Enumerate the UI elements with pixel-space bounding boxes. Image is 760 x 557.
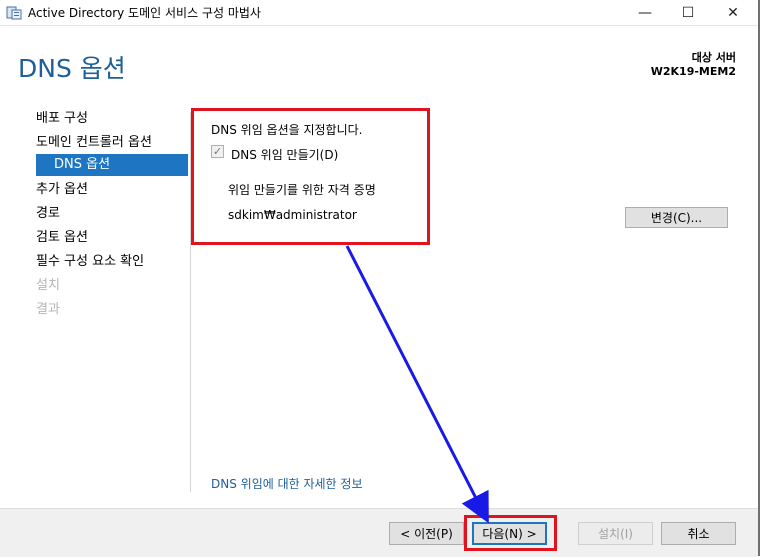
window-title: Active Directory 도메인 서비스 구성 마법사 xyxy=(28,6,261,20)
nav-item-review-options[interactable]: 검토 옵션 xyxy=(36,227,88,249)
more-info-link[interactable]: DNS 위임에 대한 자세한 정보 xyxy=(211,475,363,492)
nav-item-installation: 설치 xyxy=(36,278,60,293)
server-manager-icon xyxy=(6,6,22,20)
change-credentials-button[interactable]: 변경(C)... xyxy=(625,207,728,228)
annotation-highlight-box xyxy=(191,108,430,245)
title-bar: Active Directory 도메인 서비스 구성 마법사 — ☐ ✕ xyxy=(0,0,760,26)
cancel-button[interactable]: 취소 xyxy=(661,522,736,545)
minimize-button[interactable]: — xyxy=(622,0,668,25)
nav-item-deployment-config[interactable]: 배포 구성 xyxy=(36,108,88,130)
close-button[interactable]: ✕ xyxy=(710,0,756,25)
next-button[interactable]: 다음(N) > xyxy=(472,522,547,545)
target-server-label: 대상 서버 xyxy=(691,51,736,64)
target-server-name: W2K19-MEM2 xyxy=(650,65,736,78)
maximize-button[interactable]: ☐ xyxy=(665,0,711,25)
nav-item-additional-options[interactable]: 추가 옵션 xyxy=(36,179,88,201)
nav-item-dc-options[interactable]: 도메인 컨트롤러 옵션 xyxy=(36,132,152,154)
page-title: DNS 옵션 xyxy=(18,54,126,83)
page-header: DNS 옵션 대상 서버 W2K19-MEM2 xyxy=(0,26,758,108)
nav-item-prerequisites-check[interactable]: 필수 구성 요소 확인 xyxy=(36,251,144,273)
install-button: 설치(I) xyxy=(578,522,653,545)
nav-item-results: 결과 xyxy=(36,302,60,317)
nav-item-dns-options[interactable]: DNS 옵션 xyxy=(36,154,188,176)
wizard-footer: < 이전(P) 다음(N) > 설치(I) 취소 xyxy=(0,508,758,557)
nav-item-paths[interactable]: 경로 xyxy=(36,203,60,225)
previous-button[interactable]: < 이전(P) xyxy=(389,522,464,545)
